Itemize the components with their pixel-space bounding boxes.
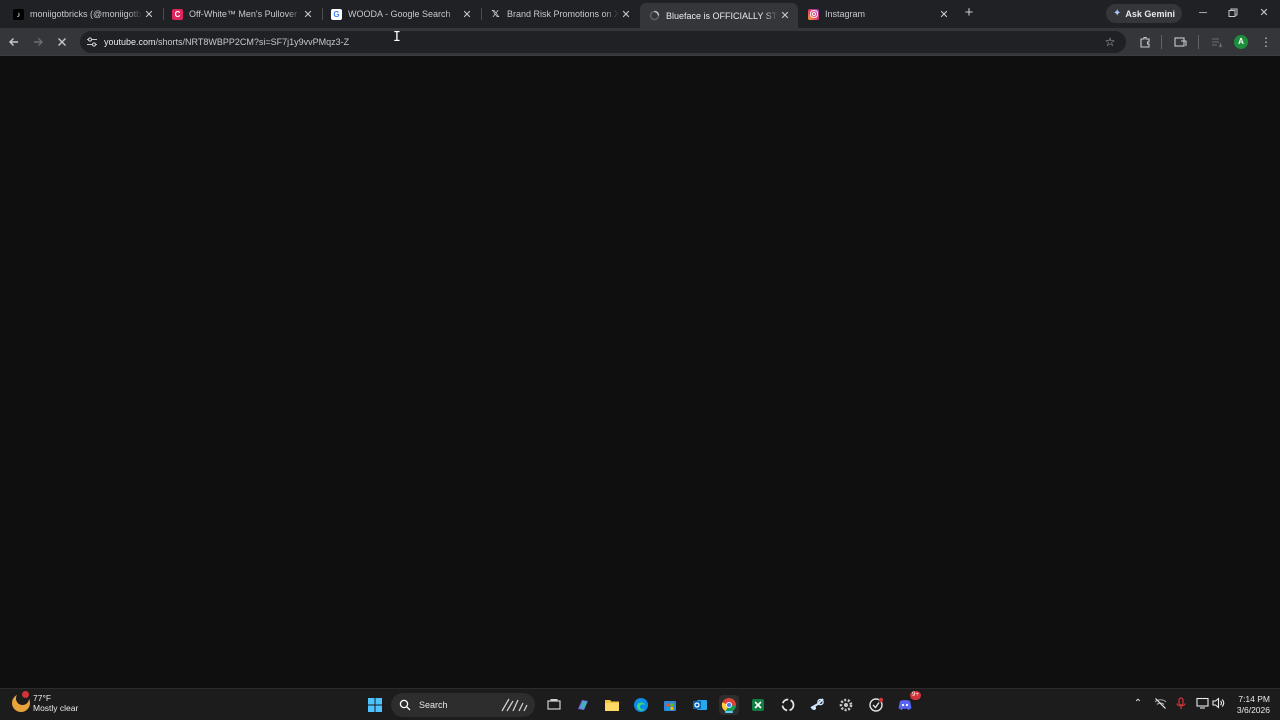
green-app-icon[interactable] xyxy=(748,695,768,715)
url-text[interactable]: youtube.com/shorts/NRT8WBPP2CM?si=SF7j1y… xyxy=(104,31,349,53)
taskbar-search-box[interactable]: Search xyxy=(391,693,535,717)
windows-start-icon[interactable] xyxy=(365,695,385,715)
copilot-icon[interactable] xyxy=(573,695,593,715)
browser-toolbar: youtube.com/shorts/NRT8WBPP2CM?si=SF7j1y… xyxy=(0,28,1280,56)
page-content-blank xyxy=(0,57,1280,688)
tab-title: Blueface is OFFICIALLY STRONG xyxy=(666,10,778,21)
tab-x-post[interactable]: 𝕏 Brand Risk Promotions on X: "Blueface … xyxy=(481,3,639,25)
close-icon[interactable]: ✕ xyxy=(301,8,315,21)
sync-circle-icon[interactable] xyxy=(778,695,798,715)
clock-date: 3/6/2026 xyxy=(1236,705,1270,715)
tab-off-white[interactable]: C Off-White™ Men's Pullover Hoodie ✕ xyxy=(163,3,321,25)
text-cursor-icon: I xyxy=(393,30,401,45)
tab-google-search[interactable]: G WOODA - Google Search ✕ xyxy=(322,3,480,25)
x-icon: 𝕏 xyxy=(491,8,500,20)
active-app-indicator xyxy=(725,711,733,713)
settings-gear-icon[interactable] xyxy=(836,695,856,715)
display-icon[interactable] xyxy=(1195,697,1209,711)
weather-condition: Mostly clear xyxy=(33,703,79,713)
tab-title: Off-White™ Men's Pullover Hoodie xyxy=(189,9,301,19)
close-icon[interactable]: ✕ xyxy=(937,8,951,21)
microsoft-store-icon[interactable] xyxy=(660,695,680,715)
steam-icon[interactable] xyxy=(807,695,827,715)
more-menu-icon[interactable]: ⋮ xyxy=(1257,33,1275,51)
tab-title: Instagram xyxy=(825,9,937,19)
system-clock[interactable]: 7:14 PM 3/6/2026 xyxy=(1230,694,1270,716)
instagram-icon xyxy=(808,8,819,20)
windows-taskbar: 77°F Mostly clear Search 9+ ⌃ 7:14 PM 3/… xyxy=(0,688,1280,720)
search-icon xyxy=(399,699,411,711)
extensions-puzzle-icon[interactable] xyxy=(1136,33,1154,51)
tab-youtube-active[interactable]: Blueface is OFFICIALLY STRONG ✕ xyxy=(640,3,798,28)
close-icon[interactable]: ✕ xyxy=(142,8,156,21)
site-info-tune-icon[interactable] xyxy=(86,35,100,49)
search-highlight-art-icon xyxy=(499,697,529,713)
gemini-sparkle-icon: ✦ xyxy=(1113,8,1122,19)
media-controls-icon[interactable] xyxy=(1171,33,1189,51)
ask-gemini-label: Ask Gemini xyxy=(1125,8,1175,19)
window-close-icon[interactable]: ✕ xyxy=(1256,5,1272,21)
tab-title: Brand Risk Promotions on X: "Blueface xyxy=(507,9,619,19)
url-path: /shorts/NRT8WBPP2CM?si=SF7j1y9vvPMqz3-Z xyxy=(155,37,350,47)
ask-gemini-button[interactable]: ✦ Ask Gemini xyxy=(1106,4,1182,23)
restore-icon[interactable] xyxy=(1225,5,1241,21)
vpn-app-icon[interactable] xyxy=(866,695,886,715)
back-arrow-icon[interactable] xyxy=(5,33,23,51)
discord-notification-badge: 9+ xyxy=(910,691,921,700)
tab-instagram[interactable]: Instagram ✕ xyxy=(799,3,957,25)
profile-avatar[interactable]: A xyxy=(1234,35,1248,49)
weather-widget[interactable]: 77°F Mostly clear xyxy=(12,691,79,713)
reading-list-icon[interactable] xyxy=(1208,33,1226,51)
stop-loading-icon[interactable] xyxy=(53,33,71,51)
forward-arrow-icon[interactable] xyxy=(29,33,47,51)
off-white-icon: C xyxy=(172,8,183,20)
show-hidden-icons-chevron-icon[interactable]: ⌃ xyxy=(1131,697,1145,711)
microphone-icon[interactable] xyxy=(1174,697,1188,711)
close-icon[interactable]: ✕ xyxy=(460,8,474,21)
search-label: Search xyxy=(419,700,448,710)
url-host: youtube.com xyxy=(104,37,156,47)
tab-strip: ♪ moniigotbricks (@moniigotbricks) ✕ C O… xyxy=(0,0,1280,28)
no-network-icon[interactable] xyxy=(1153,697,1167,711)
new-tab-plus-icon[interactable]: + xyxy=(961,5,977,21)
file-explorer-icon[interactable] xyxy=(602,695,622,715)
close-icon[interactable]: ✕ xyxy=(619,8,633,21)
bookmark-star-icon[interactable]: ☆ xyxy=(1102,34,1118,50)
weather-temp: 77°F xyxy=(33,693,52,703)
close-icon[interactable]: ✕ xyxy=(778,9,792,22)
loading-icon xyxy=(649,10,660,21)
tab-title: moniigotbricks (@moniigotbricks) xyxy=(30,9,142,19)
task-view-icon[interactable] xyxy=(544,695,564,715)
volume-icon[interactable] xyxy=(1211,697,1225,711)
edge-browser-icon[interactable] xyxy=(631,695,651,715)
outlook-icon[interactable] xyxy=(690,695,710,715)
address-bar[interactable]: youtube.com/shorts/NRT8WBPP2CM?si=SF7j1y… xyxy=(80,31,1126,53)
clock-time: 7:14 PM xyxy=(1238,694,1270,704)
weather-alert-badge xyxy=(22,691,29,698)
minimize-icon[interactable]: ─ xyxy=(1195,5,1211,21)
tab-title: WOODA - Google Search xyxy=(348,9,460,19)
google-icon: G xyxy=(331,8,342,20)
chrome-icon[interactable] xyxy=(719,695,739,715)
tiktok-icon: ♪ xyxy=(13,8,24,20)
tab-tiktok[interactable]: ♪ moniigotbricks (@moniigotbricks) ✕ xyxy=(4,3,162,25)
